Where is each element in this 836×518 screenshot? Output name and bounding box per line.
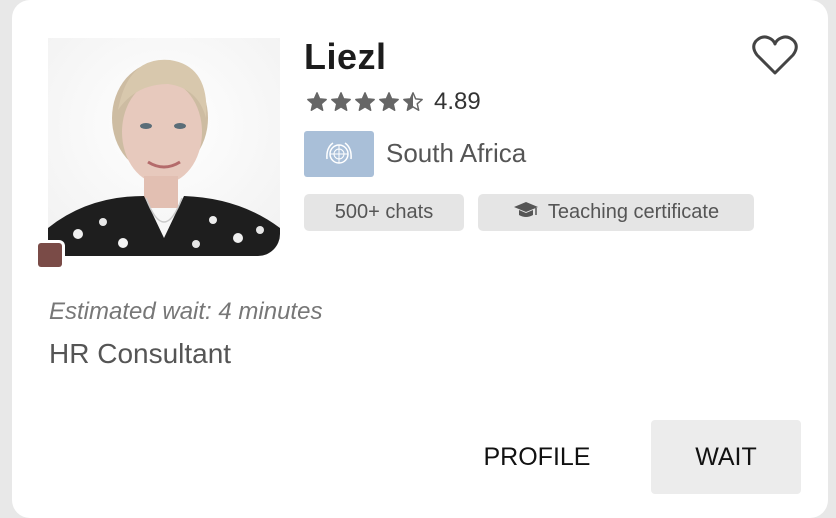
graduation-cap-icon	[513, 200, 539, 226]
wait-button[interactable]: WAIT	[651, 420, 801, 494]
star-icon	[355, 92, 375, 111]
estimated-wait: Estimated wait: 4 minutes	[49, 298, 323, 325]
status-indicator	[38, 243, 62, 267]
tutor-title: HR Consultant	[49, 338, 232, 369]
heart-icon[interactable]	[751, 33, 799, 77]
star-icon	[403, 92, 423, 111]
profile-button[interactable]: PROFILE	[452, 420, 622, 494]
badge-certificate-label: Teaching certificate	[547, 201, 720, 223]
badge-teaching-certificate: Teaching certificate	[478, 194, 754, 231]
star-icon	[307, 92, 327, 111]
badge-chats: 500+ chats	[304, 194, 464, 231]
country-label: South Africa	[386, 138, 527, 168]
rating-value: 4.89	[434, 88, 481, 115]
badge-chats-label: 500+ chats	[334, 201, 434, 223]
tutor-name: Liezl	[304, 36, 387, 77]
star-icon	[379, 92, 399, 111]
star-icon	[331, 92, 351, 111]
tutor-card: Liezl 4.89 South Africa 500+ chats Teach…	[12, 0, 828, 518]
star-rating	[306, 91, 424, 113]
tutor-photo	[48, 38, 280, 256]
rating: 4.89	[306, 88, 481, 116]
un-flag-icon	[304, 131, 374, 177]
